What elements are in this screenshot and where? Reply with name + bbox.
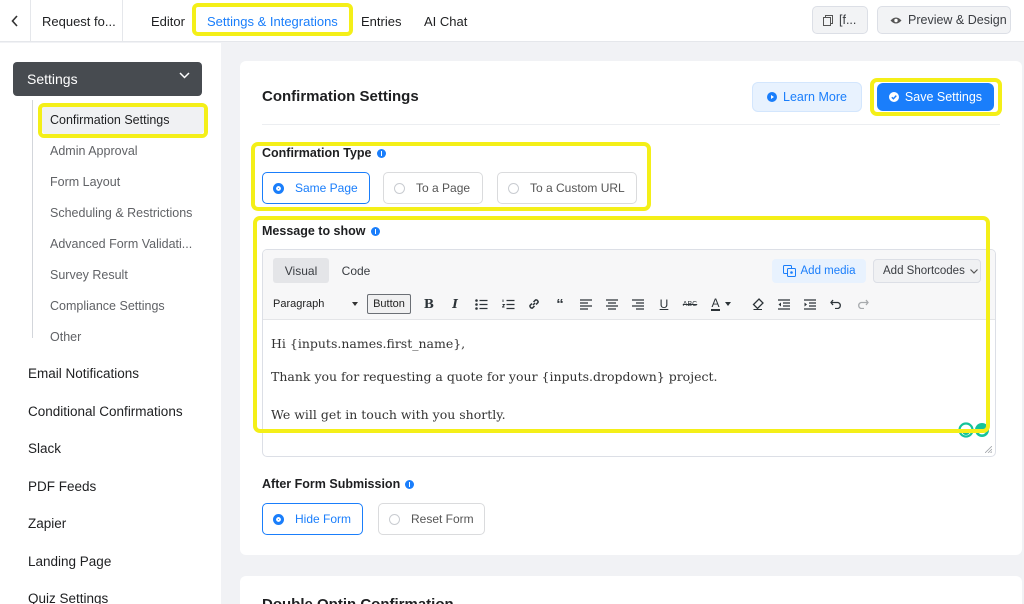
copy-icon xyxy=(823,14,833,26)
shortcode-copy-button[interactable]: [f... xyxy=(812,6,868,34)
highlight-message-editor xyxy=(253,216,990,433)
settings-menu-label: Settings xyxy=(27,71,78,87)
form-title[interactable]: Request fo... xyxy=(30,0,123,42)
sidebar-item-other[interactable]: Other xyxy=(50,330,81,344)
sidebar-item-quiz-settings[interactable]: Quiz Settings xyxy=(28,591,108,604)
sidebar-item-email-notifications[interactable]: Email Notifications xyxy=(28,366,139,381)
shortcode-text: [f... xyxy=(839,13,857,27)
page-title: Confirmation Settings xyxy=(262,88,419,105)
top-bar: Request fo... Editor Settings & Integrat… xyxy=(0,0,1024,42)
learn-more-button[interactable]: Learn More xyxy=(752,82,862,112)
radio-hide-form[interactable]: Hide Form xyxy=(262,503,363,535)
highlight-settings-tab xyxy=(192,3,353,36)
sidebar-item-landing-page[interactable]: Landing Page xyxy=(28,554,111,569)
sidebar-item-admin-approval[interactable]: Admin Approval xyxy=(50,144,138,158)
after-submission-text: After Form Submission xyxy=(262,477,401,491)
preview-design-button[interactable]: Preview & Design xyxy=(877,6,1011,34)
tree-line xyxy=(32,100,33,338)
chevron-left-icon xyxy=(11,15,18,27)
hide-form-label: Hide Form xyxy=(295,512,352,526)
radio-off-icon xyxy=(389,513,400,525)
after-submission-label: After Form Submission xyxy=(262,477,415,491)
sidebar-item-pdf-feeds[interactable]: PDF Feeds xyxy=(28,479,96,494)
sidebar-item-zapier[interactable]: Zapier xyxy=(28,516,66,531)
tab-editor[interactable]: Editor xyxy=(151,0,185,42)
back-button[interactable] xyxy=(0,0,30,42)
sidebar-item-slack[interactable]: Slack xyxy=(28,441,61,456)
sidebar-item-conditional-confirmations[interactable]: Conditional Confirmations xyxy=(28,404,183,419)
reset-form-label: Reset Form xyxy=(411,512,474,526)
tab-ai-chat[interactable]: AI Chat xyxy=(424,0,467,42)
settings-menu-toggle[interactable]: Settings xyxy=(13,62,202,96)
resize-handle-icon[interactable] xyxy=(985,446,992,453)
highlight-confirmation-settings xyxy=(38,103,208,138)
sidebar-item-advanced-validation[interactable]: Advanced Form Validati... xyxy=(50,237,192,251)
radio-on-icon xyxy=(273,513,284,525)
sidebar-item-survey-result[interactable]: Survey Result xyxy=(50,268,128,282)
highlight-save-button xyxy=(870,78,1002,116)
learn-more-label: Learn More xyxy=(783,90,847,104)
sidebar-item-compliance[interactable]: Compliance Settings xyxy=(50,299,165,313)
play-circle-icon xyxy=(767,92,778,102)
tab-entries[interactable]: Entries xyxy=(361,0,401,42)
highlight-confirmation-type xyxy=(251,142,651,211)
eye-icon xyxy=(890,17,902,23)
radio-reset-form[interactable]: Reset Form xyxy=(378,503,485,535)
next-section-title: Double Optin Confirmation xyxy=(262,596,454,604)
divider xyxy=(262,124,1000,125)
preview-design-label: Preview & Design xyxy=(908,13,1007,27)
chevron-down-icon xyxy=(179,72,190,79)
sidebar-item-form-layout[interactable]: Form Layout xyxy=(50,175,120,189)
info-icon xyxy=(405,479,415,489)
sidebar-item-scheduling[interactable]: Scheduling & Restrictions xyxy=(50,206,192,220)
